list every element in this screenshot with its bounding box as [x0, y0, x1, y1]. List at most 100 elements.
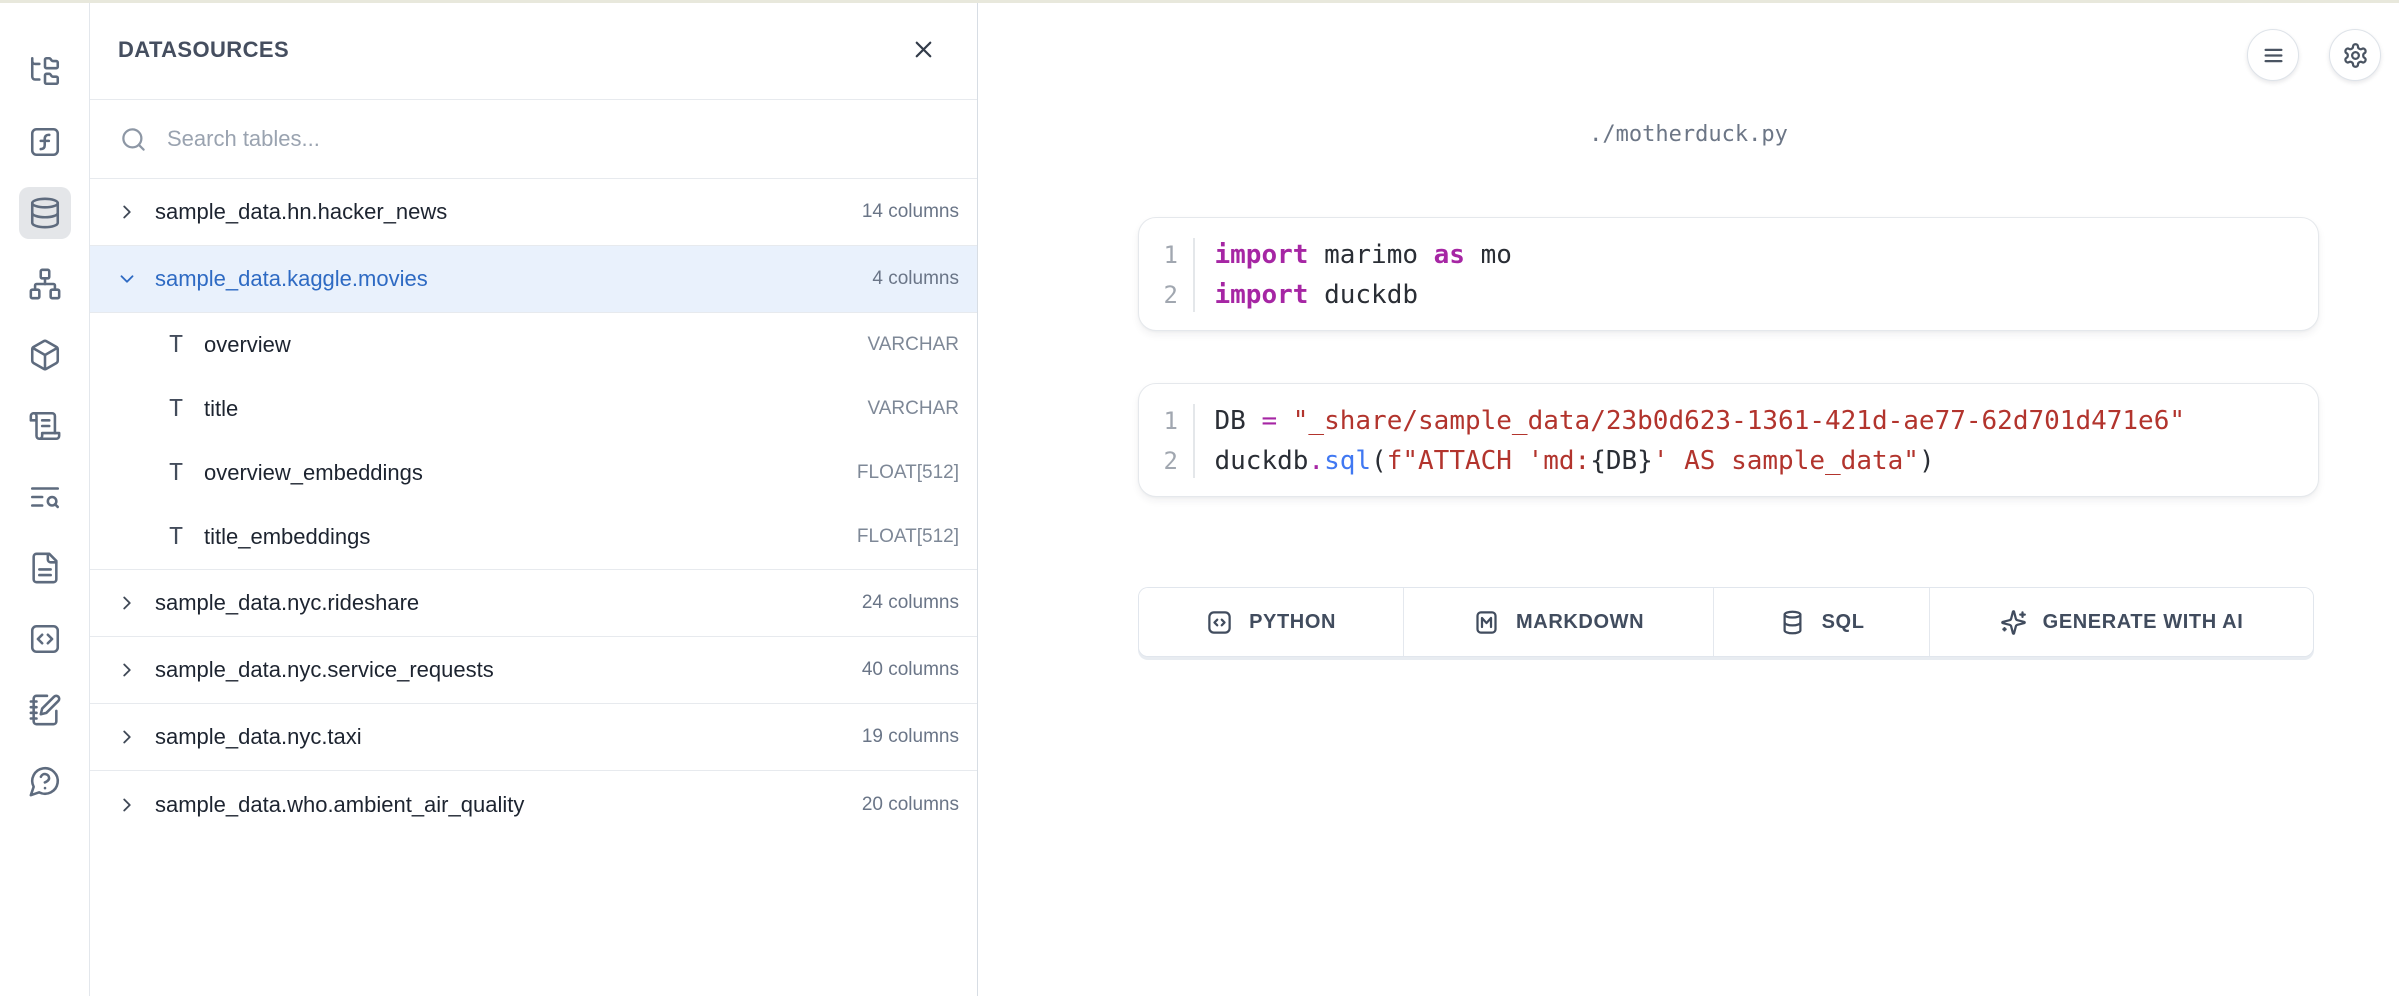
window-top-strip: [0, 0, 2399, 3]
database-icon: [1779, 609, 1806, 636]
code-cell-imports[interactable]: 12import marimo as moimport duckdb: [1138, 217, 2319, 331]
scroll-text-icon: [28, 409, 62, 443]
table-row-rideshare[interactable]: sample_data.nyc.rideshare 24 columns: [90, 570, 977, 637]
code-editor[interactable]: import marimo as moimport duckdb: [1195, 235, 1512, 315]
chevron-down-icon: [116, 268, 138, 290]
left-icon-sidebar: [0, 0, 90, 996]
table-list: sample_data.hn.hacker_news 14 columns sa…: [90, 179, 977, 838]
network-icon: [28, 267, 62, 301]
file-text-icon: [28, 551, 62, 585]
table-row-taxi[interactable]: sample_data.nyc.taxi 19 columns: [90, 704, 977, 771]
expanded-columns-group: T overview VARCHAR T title VARCHAR T ove…: [90, 313, 977, 570]
add-markdown-cell-button[interactable]: MARKDOWN: [1403, 588, 1713, 656]
sidebar-item-file-explorer[interactable]: [19, 45, 71, 97]
function-square-icon: [28, 125, 62, 159]
table-row-hacker-news[interactable]: sample_data.hn.hacker_news 14 columns: [90, 179, 977, 246]
sidebar-item-dependencies[interactable]: [19, 258, 71, 310]
settings-button[interactable]: [2329, 29, 2381, 81]
notebook-filename[interactable]: ./motherduck.py: [978, 0, 2399, 147]
panel-title: DATASOURCES: [118, 37, 289, 63]
column-row-title[interactable]: T title VARCHAR: [90, 377, 977, 441]
search-icon: [120, 126, 147, 153]
generate-with-ai-button[interactable]: GENERATE WITH AI: [1929, 588, 2313, 656]
column-row-overview[interactable]: T overview VARCHAR: [90, 313, 977, 377]
box-icon: [28, 338, 62, 372]
square-code-icon: [28, 622, 62, 656]
table-column-count: 4 columns: [872, 268, 959, 290]
sidebar-item-documentation[interactable]: [19, 542, 71, 594]
table-name: sample_data.nyc.rideshare: [155, 590, 862, 616]
line-number-gutter: 12: [1139, 401, 1193, 481]
table-row-kaggle-movies[interactable]: sample_data.kaggle.movies 4 columns: [90, 246, 977, 313]
chevron-right-icon: [116, 659, 138, 681]
add-button-label: SQL: [1822, 611, 1865, 634]
add-cell-bar: PYTHON MARKDOWN SQL GENERATE WITH AI: [1138, 587, 2314, 657]
close-panel-button[interactable]: [903, 30, 943, 70]
square-code-icon: [1206, 609, 1233, 636]
table-name: sample_data.who.ambient_air_quality: [155, 792, 862, 818]
top-right-actions: [2247, 29, 2381, 81]
code-editor[interactable]: DB = "_share/sample_data/23b0d623-1361-4…: [1195, 401, 2186, 481]
chevron-right-icon: [116, 794, 138, 816]
sidebar-item-scratchpad[interactable]: [19, 684, 71, 736]
code-cell-attach-db[interactable]: 12 DB = "_share/sample_data/23b0d623-1361…: [1138, 383, 2319, 497]
sidebar-item-snippets[interactable]: [19, 471, 71, 523]
gear-icon: [2342, 42, 2369, 69]
table-name: sample_data.nyc.taxi: [155, 724, 862, 750]
sidebar-item-variables[interactable]: [19, 116, 71, 168]
table-column-count: 14 columns: [862, 201, 959, 223]
sparkles-icon: [2000, 609, 2027, 636]
column-type: FLOAT[512]: [857, 526, 959, 548]
column-type: VARCHAR: [868, 398, 960, 420]
sidebar-item-packages[interactable]: [19, 329, 71, 381]
line-number-gutter: 12: [1139, 235, 1193, 315]
sidebar-item-logs[interactable]: [19, 400, 71, 452]
table-name: sample_data.nyc.service_requests: [155, 657, 862, 683]
table-column-count: 40 columns: [862, 659, 959, 681]
table-column-count: 24 columns: [862, 592, 959, 614]
notebook-menu-button[interactable]: [2247, 29, 2299, 81]
column-type: FLOAT[512]: [857, 462, 959, 484]
code-line: DB = "_share/sample_data/23b0d623-1361-4…: [1215, 401, 2186, 441]
folder-tree-icon: [28, 54, 62, 88]
table-column-count: 20 columns: [862, 794, 959, 816]
add-button-label: MARKDOWN: [1516, 611, 1644, 634]
column-name: overview_embeddings: [204, 460, 857, 486]
database-icon: [28, 196, 62, 230]
add-sql-cell-button[interactable]: SQL: [1713, 588, 1929, 656]
add-button-label: GENERATE WITH AI: [2043, 611, 2244, 634]
hamburger-menu-icon: [2260, 42, 2287, 69]
code-line: duckdb.sql(f"ATTACH 'md:{DB}' AS sample_…: [1215, 441, 2186, 481]
column-name: overview: [204, 332, 868, 358]
column-row-overview-embeddings[interactable]: T overview_embeddings FLOAT[512]: [90, 441, 977, 505]
text-type-icon: T: [164, 332, 188, 358]
markdown-icon: [1473, 609, 1500, 636]
sidebar-item-code[interactable]: [19, 613, 71, 665]
code-line: import duckdb: [1215, 275, 1512, 315]
table-name: sample_data.kaggle.movies: [155, 266, 872, 292]
datasources-panel-header: DATASOURCES: [90, 0, 977, 100]
chevron-right-icon: [116, 726, 138, 748]
add-python-cell-button[interactable]: PYTHON: [1139, 588, 1403, 656]
search-tables-input[interactable]: [167, 126, 953, 152]
text-type-icon: T: [164, 524, 188, 550]
text-type-icon: T: [164, 396, 188, 422]
marimo-app: DATASOURCES sample_data.hn.hacker_news 1…: [0, 0, 2399, 996]
sidebar-item-datasources[interactable]: [19, 187, 71, 239]
table-column-count: 19 columns: [862, 726, 959, 748]
close-icon: [910, 36, 937, 63]
sidebar-item-help[interactable]: [19, 755, 71, 807]
column-name: title_embeddings: [204, 524, 857, 550]
text-search-icon: [28, 480, 62, 514]
add-button-label: PYTHON: [1249, 611, 1336, 634]
datasources-panel: DATASOURCES sample_data.hn.hacker_news 1…: [90, 0, 978, 996]
notebook-main-area: ./motherduck.py 12import marimo as moimp…: [978, 0, 2399, 996]
column-name: title: [204, 396, 868, 422]
table-search-row: [90, 100, 977, 179]
table-row-ambient-air-quality[interactable]: sample_data.who.ambient_air_quality 20 c…: [90, 771, 977, 838]
chevron-right-icon: [116, 201, 138, 223]
text-type-icon: T: [164, 460, 188, 486]
code-line: import marimo as mo: [1215, 235, 1512, 275]
column-row-title-embeddings[interactable]: T title_embeddings FLOAT[512]: [90, 505, 977, 569]
table-row-service-requests[interactable]: sample_data.nyc.service_requests 40 colu…: [90, 637, 977, 704]
